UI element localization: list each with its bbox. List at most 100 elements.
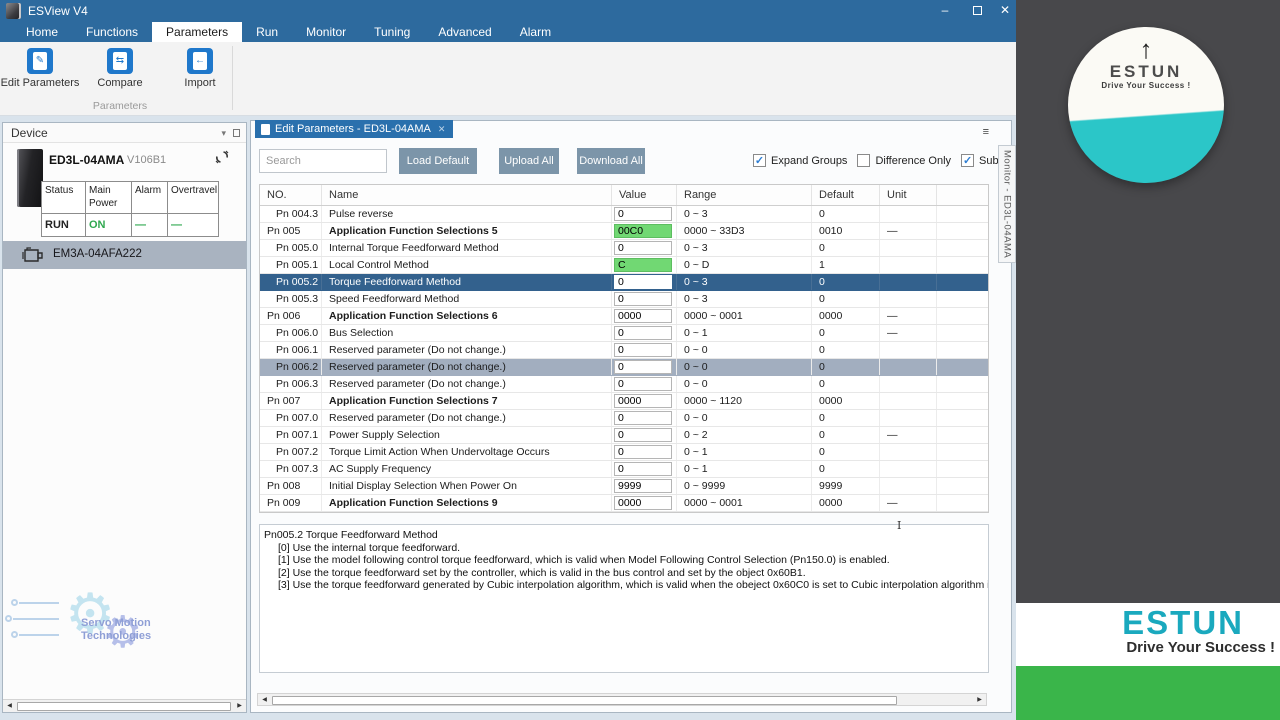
param-value-input[interactable]: 00C0	[614, 224, 672, 238]
table-row[interactable]: Pn 005.2Torque Feedforward Method00 ~ 30	[260, 274, 988, 291]
param-value-cell: 00C0	[612, 223, 677, 239]
param-value-input[interactable]: 0	[614, 275, 672, 289]
menu-tab-parameters[interactable]: Parameters	[152, 22, 242, 42]
device-name[interactable]: ED3L-04AMA	[49, 153, 124, 167]
param-value-cell: 0	[612, 240, 677, 256]
table-row[interactable]: Pn 007.1Power Supply Selection00 ~ 20—	[260, 427, 988, 444]
checkbox-expand-groups[interactable]: ✓ Expand Groups	[753, 154, 847, 167]
param-value-input[interactable]: C	[614, 258, 672, 272]
param-value-cell: 0000	[612, 495, 677, 511]
checkbox-icon[interactable]: ✓	[961, 154, 974, 167]
connection-icon[interactable]	[214, 149, 230, 170]
close-button[interactable]: ✕	[992, 2, 1018, 20]
param-value-input[interactable]: 0	[614, 445, 672, 459]
param-value-input[interactable]: 9999	[614, 479, 672, 493]
param-no: Pn 005.3	[260, 291, 322, 307]
scroll-thumb[interactable]	[17, 702, 231, 711]
document-well-menu-icon[interactable]: ≡	[983, 127, 989, 137]
param-no: Pn 006.2	[260, 359, 322, 375]
table-row[interactable]: Pn 006.1Reserved parameter (Do not chang…	[260, 342, 988, 359]
param-value-input[interactable]: 0000	[614, 309, 672, 323]
tab-close-icon[interactable]: ✕	[438, 120, 446, 138]
pin-icon[interactable]	[233, 129, 240, 137]
scroll-left-icon[interactable]: ◀	[4, 701, 15, 712]
param-value-cell: 0000	[612, 393, 677, 409]
upload-all-button[interactable]: Upload All	[499, 148, 559, 174]
compare-button[interactable]: ⇆ Compare	[80, 48, 160, 89]
param-value-input[interactable]: 0	[614, 462, 672, 476]
param-value-cell: 0	[612, 291, 677, 307]
table-row[interactable]: Pn 005.3Speed Feedforward Method00 ~ 30	[260, 291, 988, 308]
param-value-cell: 0	[612, 410, 677, 426]
status-run: RUN	[42, 214, 86, 236]
monitor-side-tab[interactable]: Monitor - ED3L-04AMA	[998, 145, 1016, 263]
table-row[interactable]: Pn 007Application Function Selections 70…	[260, 393, 988, 410]
param-value-input[interactable]: 0	[614, 207, 672, 221]
menu-tab-home[interactable]: Home	[12, 22, 72, 42]
param-value-input[interactable]: 0	[614, 360, 672, 374]
param-extra	[937, 410, 988, 426]
param-value-input[interactable]: 0000	[614, 496, 672, 510]
param-range: 0 ~ 0	[677, 376, 812, 392]
document-tab[interactable]: Edit Parameters - ED3L-04AMA ✕	[255, 120, 453, 138]
param-value-input[interactable]: 0	[614, 292, 672, 306]
scroll-right-icon[interactable]: ▶	[974, 695, 985, 706]
param-name: Local Control Method	[322, 257, 612, 273]
menu-tab-tuning[interactable]: Tuning	[360, 22, 424, 42]
param-unit	[880, 478, 937, 494]
checkbox-difference-only[interactable]: Difference Only	[857, 154, 951, 167]
maximize-button[interactable]	[964, 2, 990, 20]
param-value-cell: 0	[612, 342, 677, 358]
param-extra	[937, 308, 988, 324]
menu-tab-functions[interactable]: Functions	[72, 22, 152, 42]
table-row[interactable]: Pn 005.1Local Control MethodC0 ~ D1	[260, 257, 988, 274]
table-row[interactable]: Pn 005Application Function Selections 50…	[260, 223, 988, 240]
device-panel-hscrollbar[interactable]: ◀ ▶	[3, 699, 246, 712]
param-value-input[interactable]: 0	[614, 377, 672, 391]
param-extra	[937, 376, 988, 392]
table-row[interactable]: Pn 009Application Function Selections 90…	[260, 495, 988, 512]
table-row[interactable]: Pn 008Initial Display Selection When Pow…	[260, 478, 988, 495]
collapse-icon[interactable]: ▾	[221, 123, 226, 143]
table-row[interactable]: Pn 004.3Pulse reverse00 ~ 30	[260, 206, 988, 223]
main-hscrollbar[interactable]: ◀ ▶	[257, 693, 987, 706]
table-row[interactable]: Pn 006.0Bus Selection00 ~ 10—	[260, 325, 988, 342]
minimize-button[interactable]: –	[932, 2, 958, 20]
param-value-input[interactable]: 0	[614, 428, 672, 442]
param-default: 0000	[812, 495, 880, 511]
menu-tab-advanced[interactable]: Advanced	[424, 22, 505, 42]
param-default: 0	[812, 206, 880, 222]
table-row[interactable]: Pn 006Application Function Selections 60…	[260, 308, 988, 325]
param-value-input[interactable]: 0	[614, 241, 672, 255]
table-row[interactable]: Pn 005.0Internal Torque Feedforward Meth…	[260, 240, 988, 257]
edit-parameters-button[interactable]: ✎ Edit Parameters	[0, 48, 80, 89]
param-range: 0 ~ 0	[677, 342, 812, 358]
table-row[interactable]: Pn 007.2Torque Limit Action When Undervo…	[260, 444, 988, 461]
watermark-text: Servo MotionTechnologies	[81, 617, 151, 643]
menu-tab-run[interactable]: Run	[242, 22, 292, 42]
scroll-right-icon[interactable]: ▶	[234, 701, 245, 712]
table-row[interactable]: Pn 006.2Reserved parameter (Do not chang…	[260, 359, 988, 376]
param-unit: —	[880, 495, 937, 511]
table-row[interactable]: Pn 007.3AC Supply Frequency00 ~ 10	[260, 461, 988, 478]
search-input[interactable]	[259, 149, 387, 173]
menu-tab-alarm[interactable]: Alarm	[506, 22, 565, 42]
scroll-thumb[interactable]	[272, 696, 897, 705]
param-name: Internal Torque Feedforward Method	[322, 240, 612, 256]
menu-tab-monitor[interactable]: Monitor	[292, 22, 360, 42]
motor-list-item[interactable]: EM3A-04AFA222	[3, 241, 246, 269]
checkbox-icon[interactable]: ✓	[753, 154, 766, 167]
load-default-button[interactable]: Load Default	[399, 148, 477, 174]
table-row[interactable]: Pn 007.0Reserved parameter (Do not chang…	[260, 410, 988, 427]
table-row[interactable]: Pn 006.3Reserved parameter (Do not chang…	[260, 376, 988, 393]
param-value-input[interactable]: 0	[614, 343, 672, 357]
param-value-input[interactable]: 0	[614, 411, 672, 425]
param-value-input[interactable]: 0000	[614, 394, 672, 408]
device-status-table: Status Main Power Alarm Overtravel RUN O…	[41, 181, 219, 237]
param-no: Pn 007.1	[260, 427, 322, 443]
param-value-input[interactable]: 0	[614, 326, 672, 340]
checkbox-icon[interactable]	[857, 154, 870, 167]
scroll-left-icon[interactable]: ◀	[259, 695, 270, 706]
download-all-button[interactable]: Download All	[577, 148, 645, 174]
import-button[interactable]: ← Import	[160, 48, 240, 89]
